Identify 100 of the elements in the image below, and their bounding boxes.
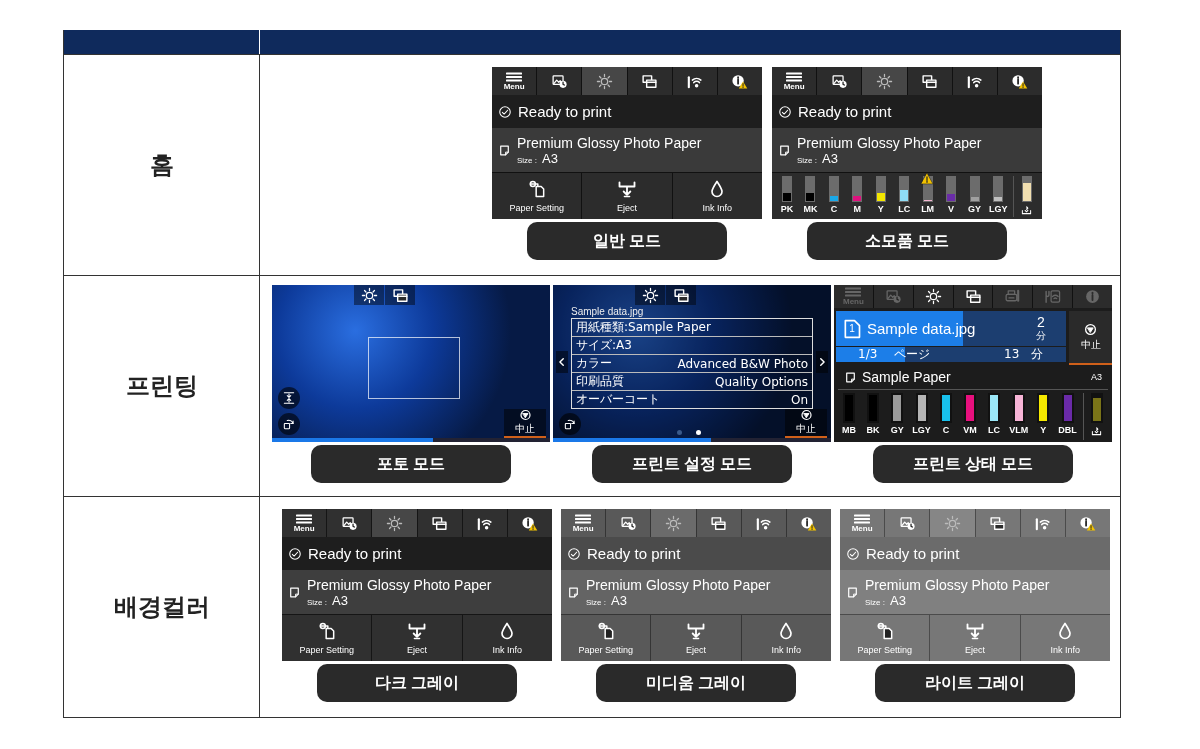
windows-icon	[431, 514, 449, 532]
paper-icon	[844, 370, 857, 384]
stop-button[interactable]: 中止	[1069, 311, 1112, 365]
check-circle-icon	[567, 546, 581, 561]
tab[interactable]	[462, 509, 507, 537]
tab[interactable]	[817, 67, 862, 95]
tab[interactable]	[885, 509, 930, 537]
windows-icon	[989, 514, 1007, 532]
ink-label: M	[853, 204, 862, 214]
rotate-button[interactable]	[278, 413, 300, 435]
menu-button[interactable]: Paper Setting	[561, 615, 651, 661]
mode-label: 미디움 그레이	[596, 664, 796, 702]
tab[interactable]	[997, 67, 1042, 95]
photo-timer-icon	[830, 72, 848, 90]
tab[interactable]	[606, 509, 651, 537]
stop-button[interactable]: 中止	[785, 409, 827, 438]
windows-icon	[391, 286, 409, 304]
next-button[interactable]	[816, 351, 828, 373]
eject-icon	[965, 621, 985, 641]
time-unit: 分	[1036, 328, 1046, 343]
menu-button[interactable]: Ink Info	[672, 173, 762, 219]
tab[interactable]	[913, 285, 953, 308]
fit-icon	[282, 391, 296, 405]
tab[interactable]	[507, 509, 552, 537]
menu-button[interactable]: Eject	[582, 173, 672, 219]
tab[interactable]	[327, 509, 372, 537]
ink-label: LC	[898, 204, 911, 214]
ink-label: LC	[988, 425, 1001, 435]
setting-label: オーバーコート	[576, 391, 660, 408]
stop-button[interactable]: 中止	[504, 409, 546, 438]
page-count: 1/3	[858, 347, 878, 362]
info-warning-icon	[800, 514, 818, 532]
tab[interactable]	[952, 67, 997, 95]
menu-button[interactable]: Paper Setting	[840, 615, 930, 661]
tab[interactable]	[354, 285, 384, 305]
printer-icon	[1004, 288, 1022, 305]
tab[interactable]: Menu	[282, 509, 327, 537]
menu-button[interactable]: Ink Info	[462, 615, 552, 661]
tools-wifi-icon	[1044, 288, 1062, 305]
total-time: 13	[1004, 347, 1020, 362]
menu-icon	[296, 513, 313, 524]
photo-timer-icon	[884, 288, 902, 305]
windows-icon	[921, 72, 939, 90]
info-warning-icon	[1011, 72, 1029, 90]
tab[interactable]	[1065, 509, 1110, 537]
tab[interactable]	[666, 285, 696, 305]
size-label: Size :	[865, 597, 885, 607]
tab[interactable]	[672, 67, 717, 95]
ink-label: GY	[968, 204, 981, 214]
previous-button[interactable]	[556, 351, 568, 373]
menu-icon	[845, 287, 862, 297]
tab[interactable]	[975, 509, 1020, 537]
fit-button[interactable]	[278, 387, 300, 409]
rotate-icon	[282, 417, 296, 431]
info-warning-icon	[1079, 514, 1097, 532]
tab[interactable]	[627, 67, 672, 95]
tab[interactable]	[907, 67, 952, 95]
menu-button[interactable]: Eject	[651, 615, 741, 661]
size-value: A3	[542, 150, 558, 166]
mode-label: 포토 모드	[311, 445, 511, 483]
tab[interactable]	[786, 509, 831, 537]
size-value: A3	[332, 592, 348, 608]
tab[interactable]	[953, 285, 993, 308]
menu-button[interactable]: Ink Info	[741, 615, 831, 661]
menu-button[interactable]: Paper Setting	[282, 615, 372, 661]
ink-label: MK	[803, 204, 818, 214]
tab[interactable]	[635, 285, 665, 305]
tab[interactable]: Menu	[772, 67, 817, 95]
windows-icon	[641, 72, 659, 90]
paper-icon	[288, 585, 301, 599]
menu-button[interactable]: Paper Setting	[492, 173, 582, 219]
page-dot[interactable]	[677, 430, 682, 435]
check-circle-icon	[498, 104, 512, 119]
tab[interactable]: Menu	[492, 67, 537, 95]
tab[interactable]	[696, 509, 741, 537]
rotate-button[interactable]	[559, 413, 581, 435]
tab[interactable]	[417, 509, 462, 537]
size-value: A3	[611, 592, 627, 608]
paper-name: Premium Glossy Photo Paper	[865, 576, 1050, 593]
page-dot[interactable]	[696, 430, 701, 435]
menu-button[interactable]: Ink Info	[1020, 615, 1110, 661]
tab[interactable]	[741, 509, 786, 537]
tab[interactable]	[1020, 509, 1065, 537]
tab[interactable]	[385, 285, 415, 305]
ink-label: PK	[780, 204, 794, 214]
chevron-right-icon	[817, 355, 827, 369]
setting-value: Quality Options	[715, 374, 808, 389]
tab[interactable]	[717, 67, 762, 95]
ink-label: MB	[842, 425, 856, 435]
tab[interactable]	[537, 67, 582, 95]
tab[interactable]: Menu	[840, 509, 885, 537]
mode-label: 라이트 그레이	[875, 664, 1075, 702]
eject-icon	[686, 621, 706, 641]
tab[interactable]: Menu	[561, 509, 606, 537]
menu-button[interactable]: Eject	[930, 615, 1020, 661]
menu-button[interactable]: Eject	[372, 615, 462, 661]
time-unit: 分	[1031, 347, 1043, 362]
size-value: A3	[890, 592, 906, 608]
ink-label: Y	[1040, 425, 1047, 435]
row-label: 프린팅	[125, 371, 198, 401]
